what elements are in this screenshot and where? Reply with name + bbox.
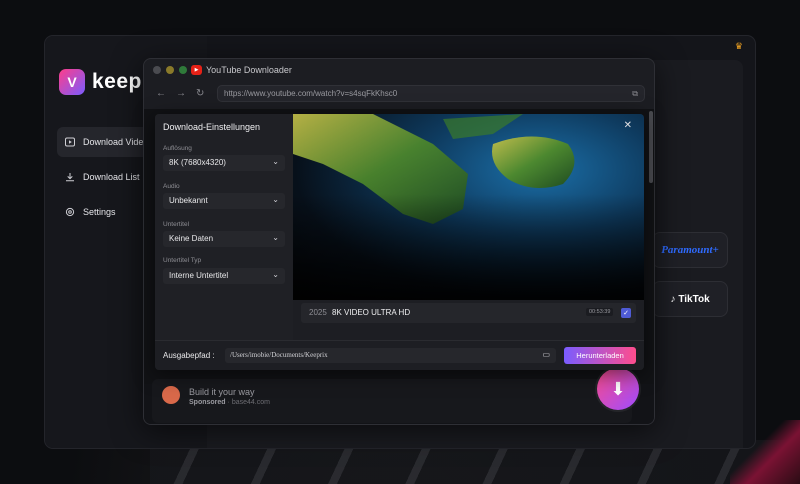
output-path-label: Ausgabepfad : [163,351,215,360]
subtitle-select[interactable]: Keine Daten ⌄ [163,231,285,247]
subtitle-type-label: Untertitel Typ [163,257,202,264]
resolution-label: Auflösung [163,145,192,152]
thumbnail-landscape-image [293,114,644,300]
video-info-row: 2025 8K VIDEO ULTRA HD 00:53:39 ✓ [301,303,636,323]
video-duration: 00:53:39 [586,308,614,316]
dialog-title: Download-Einstellungen [163,122,261,132]
ad-separator: · [227,399,230,406]
keeprix-logo-icon: V [59,69,85,95]
video-select-checkbox[interactable]: ✓ [621,308,631,318]
service-label: TikTok [678,293,710,305]
select-value: 8K (7680x4320) [169,158,226,167]
scrollbar[interactable] [649,111,653,183]
floating-download-button[interactable]: ⬇ [597,368,639,410]
output-path-field[interactable]: /Users/imobie/Documents/Keeprix ▭ [225,348,556,363]
tiktok-icon: ♪ [670,293,676,305]
ad-subtitle: Sponsored · base44.com [189,399,270,406]
copy-icon[interactable]: ⧉ [632,89,638,99]
sidebar-item-label: Download List [83,172,140,182]
subtitle-type-select[interactable]: Interne Untertitel ⌄ [163,268,285,284]
video-title: 8K VIDEO ULTRA HD [332,308,411,317]
window-title: YouTube Downloader [206,65,292,75]
back-arrow-icon[interactable]: ← [156,88,166,99]
service-label: Paramount+ [661,244,719,256]
gear-icon [65,207,75,217]
resolution-select[interactable]: 8K (7680x4320) ⌄ [163,155,285,171]
ad-title: Build it your way [189,387,255,397]
url-text: https://www.youtube.com/watch?v=s4sqFkKh… [224,89,398,98]
window-controls [153,66,187,74]
chevron-down-icon: ⌄ [272,233,279,242]
output-bar: Ausgabepfad : /Users/imobie/Documents/Ke… [155,340,644,370]
download-button[interactable]: Herunterladen [564,347,636,364]
forward-arrow-icon[interactable]: → [176,88,186,99]
service-tile-paramount[interactable]: Paramount+ [652,232,728,268]
output-path-text: /Users/imobie/Documents/Keeprix [230,351,328,359]
youtube-logo-icon: ▶ [191,65,202,75]
ad-sponsored-label: Sponsored [189,399,226,406]
ad-domain: base44.com [231,399,270,406]
play-square-icon [65,137,75,147]
chevron-down-icon: ⌄ [272,157,279,166]
select-value: Interne Untertitel [169,271,229,280]
maximize-window-button[interactable] [179,66,187,74]
audio-label: Audio [163,183,180,190]
video-year: 2025 [309,308,327,317]
chevron-down-icon: ⌄ [272,195,279,204]
folder-icon[interactable]: ▭ [542,350,550,359]
select-value: Keine Daten [169,234,214,243]
download-settings-dialog: Download-Einstellungen Auflösung 8K (768… [155,114,644,370]
audio-select[interactable]: Unbekannt ⌄ [163,193,285,209]
chevron-down-icon: ⌄ [272,270,279,279]
video-thumbnail: ✕ [293,114,644,300]
url-bar[interactable]: https://www.youtube.com/watch?v=s4sqFkKh… [217,85,645,102]
sidebar-item-label: Download Video [83,137,149,147]
subtitle-label: Untertitel [163,221,190,228]
yt-titlebar: ▶ YouTube Downloader [144,59,654,81]
settings-panel: Download-Einstellungen Auflösung 8K (768… [155,114,293,340]
download-icon [65,172,75,182]
close-window-button[interactable] [153,66,161,74]
service-tile-tiktok[interactable]: ♪ TikTok [652,281,728,317]
crown-icon[interactable]: ♛ [735,41,743,52]
ad-avatar [162,386,180,404]
download-arrow-icon: ⬇ [610,378,626,399]
sidebar-item-label: Settings [83,207,116,217]
close-icon[interactable]: ✕ [624,120,632,131]
reload-icon[interactable]: ↻ [196,88,204,99]
minimize-window-button[interactable] [166,66,174,74]
select-value: Unbekannt [169,196,208,205]
